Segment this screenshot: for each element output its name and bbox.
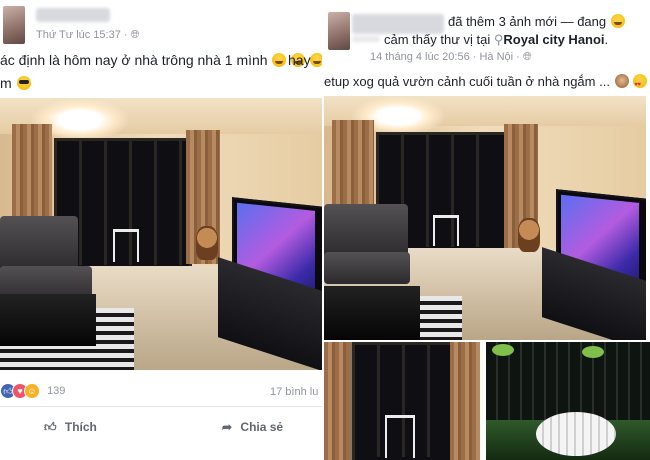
post-text: etup xog quả vườn cảnh cuối tuần ở nhà n… <box>324 74 610 89</box>
balcony-chair <box>113 229 139 262</box>
coffee-table <box>0 294 96 346</box>
comment-count[interactable]: 17 bình lu <box>270 386 318 398</box>
post-meta: 14 tháng 4 lúc 20:56 · Hà Nội · 🌐︎ <box>370 51 532 64</box>
blurred-fragment <box>352 36 380 42</box>
post-text-tail: hay <box>288 52 311 68</box>
share-button[interactable]: ➦ Chia sẻ <box>222 420 283 434</box>
balcony-chair <box>433 215 459 246</box>
pin-icon: ⚲ <box>493 32 504 47</box>
post-text-line: etup xog quả vườn cảnh cuối tuần ở nhà n… <box>324 72 650 95</box>
post-text-cont: m <box>0 75 12 91</box>
reaction-count: 139 <box>47 384 66 397</box>
monkey-plush <box>196 226 218 260</box>
hanging-plant <box>492 344 514 356</box>
post-photo-living-room[interactable] <box>0 98 322 370</box>
post-text-line2: m <box>0 73 31 93</box>
like-button[interactable]: 👍︎ Thích <box>44 420 97 435</box>
monkey-plush <box>518 218 540 252</box>
post-timestamp[interactable]: Thứ Tư lúc 15:37 <box>36 29 121 41</box>
right-post: đã thêm 3 ảnh mới — đang cảm thấy thư vị… <box>322 0 650 460</box>
author-avatar[interactable] <box>3 6 25 44</box>
post-text: ác định là hôm nay ở nhà trông nhà 1 mìn… <box>0 52 268 68</box>
massage-sofa <box>324 204 408 258</box>
globe-icon: 🌐︎ <box>522 51 532 63</box>
post-photo-living-room[interactable] <box>324 96 646 340</box>
share-label: Chia sẻ <box>240 420 284 434</box>
coffee-table <box>324 286 420 340</box>
post-photo-garden[interactable] <box>486 342 650 460</box>
author-avatar[interactable] <box>328 12 350 50</box>
massage-sofa <box>0 216 78 272</box>
sofa <box>324 252 410 284</box>
sunglasses-emoji-icon <box>16 76 31 90</box>
reaction-summary[interactable]: 👍︎ ♥ ☺ 139 <box>0 383 65 399</box>
globe-icon: · 🌐︎ <box>123 29 140 41</box>
post-text-line1: ác định là hôm nay ở nhà trông nhà 1 mìn… <box>0 50 322 70</box>
place-link[interactable]: Royal city Hanoi <box>503 32 604 47</box>
curtain-right <box>450 342 480 460</box>
post-photo-balcony[interactable] <box>324 342 480 460</box>
hanging-plant <box>582 346 604 358</box>
thumbs-up-icon: 👍︎ <box>44 420 57 434</box>
header-text: đã thêm 3 ảnh mới — đang <box>448 14 607 29</box>
divider <box>0 406 322 407</box>
see-no-evil-monkey-icon <box>614 74 629 88</box>
header-line2: cảm thấy thư vị tại ⚲Royal city Hanoi. <box>384 30 608 50</box>
balcony-chair <box>385 415 415 458</box>
garden-table <box>536 412 616 456</box>
post-meta: Thứ Tư lúc 15:37 · 🌐︎ <box>36 29 139 42</box>
post-timestamp[interactable]: 14 tháng 4 lúc 20:56 · Hà Nội · <box>370 51 520 63</box>
curtain-left <box>324 342 350 460</box>
author-name-blurred[interactable] <box>36 8 110 22</box>
haha-reaction-icon: ☺ <box>24 383 40 399</box>
heart-eyes-emoji-icon <box>633 74 648 95</box>
smile-emoji-icon <box>610 14 625 28</box>
share-arrow-icon: ➦ <box>222 420 233 434</box>
place-suffix: . <box>604 32 609 47</box>
left-post: Thứ Tư lúc 15:37 · 🌐︎ ác định là hôm nay… <box>0 0 322 460</box>
header-line1: đã thêm 3 ảnh mới — đang <box>448 12 625 32</box>
like-label: Thích <box>64 420 97 434</box>
feeling-text: cảm thấy thư vị tại <box>384 32 491 47</box>
grinning-emoji-icon <box>310 53 322 67</box>
balcony-door <box>352 342 454 460</box>
grinning-emoji-icon <box>272 53 287 67</box>
